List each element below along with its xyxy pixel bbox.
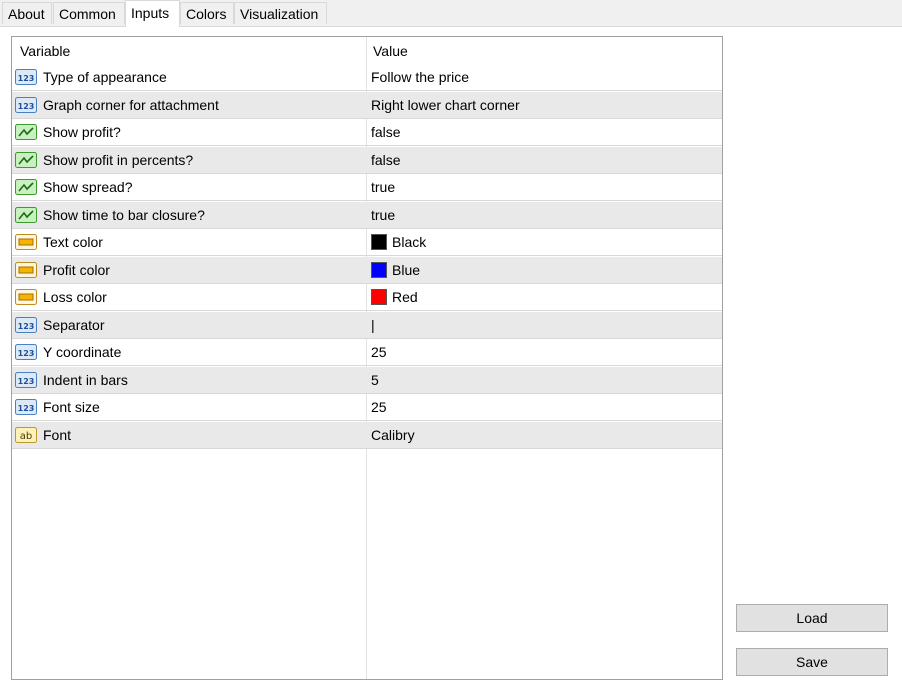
value-cell[interactable]: true: [371, 179, 395, 195]
variable-label: Type of appearance: [43, 69, 167, 85]
variable-label: Profit color: [43, 261, 110, 278]
numeric-icon: 123: [15, 69, 37, 85]
numeric-icon-text: 123: [18, 404, 35, 413]
variable-label: Font: [43, 426, 72, 443]
table-row[interactable]: Show profit in percents? false: [12, 146, 722, 174]
variable-label: Separator: [43, 316, 105, 333]
value-cell[interactable]: false: [371, 124, 401, 140]
variable-label: Graph corner for attachment: [43, 96, 219, 113]
value-cell[interactable]: true: [371, 207, 395, 223]
column-header-value[interactable]: Value: [373, 43, 408, 59]
boolean-icon: [15, 179, 37, 195]
table-row[interactable]: 123 Font size 25: [12, 394, 722, 421]
variable-label: Show time to bar closure?: [43, 206, 205, 223]
value-cell[interactable]: 25: [371, 399, 387, 415]
save-button[interactable]: Save: [736, 648, 888, 676]
variable-label: Show profit in percents?: [43, 151, 194, 168]
numeric-icon-text: 123: [18, 322, 35, 331]
value-cell[interactable]: Follow the price: [371, 69, 469, 85]
tab-common[interactable]: Common: [53, 2, 125, 24]
table-header: Variable Value: [12, 37, 722, 64]
value-cell[interactable]: Right lower chart corner: [371, 97, 520, 113]
table-row[interactable]: ab Font Calibry: [12, 421, 722, 449]
table-row[interactable]: Show spread? true: [12, 174, 722, 201]
numeric-icon: 123: [15, 371, 37, 388]
string-icon-text: ab: [20, 431, 32, 442]
tab-colors[interactable]: Colors: [180, 2, 234, 24]
table-row[interactable]: Show time to bar closure? true: [12, 201, 722, 229]
color-swatch[interactable]: [371, 289, 387, 305]
variable-label: Y coordinate: [43, 344, 122, 360]
numeric-icon-text: 123: [18, 74, 35, 83]
numeric-icon-text: 123: [18, 102, 35, 111]
variable-label: Indent in bars: [43, 371, 128, 388]
value-cell[interactable]: Red: [392, 289, 418, 305]
tab-visualization[interactable]: Visualization: [234, 2, 327, 24]
variable-label: Loss color: [43, 289, 107, 305]
color-icon: [15, 234, 37, 250]
table-row[interactable]: 123 Y coordinate 25: [12, 339, 722, 366]
value-cell[interactable]: false: [371, 152, 401, 168]
boolean-icon: [15, 124, 37, 140]
variable-label: Show profit?: [43, 124, 121, 140]
boolean-icon: [15, 151, 37, 168]
table-row[interactable]: Text color Black: [12, 229, 722, 256]
table-row[interactable]: 123 Indent in bars 5: [12, 366, 722, 394]
column-header-variable[interactable]: Variable: [20, 43, 70, 59]
table-row[interactable]: Loss color Red: [12, 284, 722, 311]
color-icon: [15, 289, 37, 305]
color-icon: [15, 261, 37, 278]
tab-bar: About Common Inputs Colors Visualization: [0, 0, 902, 27]
table-row[interactable]: Profit color Blue: [12, 256, 722, 284]
numeric-icon: 123: [15, 96, 37, 113]
value-cell[interactable]: 25: [371, 344, 387, 360]
load-button[interactable]: Load: [736, 604, 888, 632]
numeric-icon-text: 123: [18, 377, 35, 386]
table-row[interactable]: Show profit? false: [12, 119, 722, 146]
color-swatch[interactable]: [371, 234, 387, 250]
variable-label: Show spread?: [43, 179, 133, 195]
value-cell[interactable]: Calibry: [371, 427, 415, 443]
tab-about[interactable]: About: [2, 2, 52, 24]
numeric-icon: 123: [15, 344, 37, 360]
table-row[interactable]: 123 Graph corner for attachment Right lowe…: [12, 91, 722, 119]
value-cell[interactable]: 5: [371, 372, 379, 388]
tab-inputs[interactable]: Inputs: [125, 0, 180, 27]
value-cell[interactable]: Blue: [392, 262, 420, 278]
inputs-table[interactable]: Variable Value 123 Type of appearance Foll…: [11, 36, 723, 680]
table-row[interactable]: 123 Type of appearance Follow the price: [12, 64, 722, 91]
numeric-icon-text: 123: [18, 349, 35, 358]
numeric-icon: 123: [15, 399, 37, 415]
value-cell[interactable]: Black: [392, 234, 426, 250]
string-icon: ab: [15, 426, 37, 443]
color-swatch[interactable]: [371, 261, 387, 278]
boolean-icon: [15, 206, 37, 223]
variable-label: Font size: [43, 399, 100, 415]
value-cell[interactable]: |: [371, 317, 375, 333]
table-row[interactable]: 123 Separator |: [12, 311, 722, 339]
numeric-icon: 123: [15, 316, 37, 333]
variable-label: Text color: [43, 234, 103, 250]
